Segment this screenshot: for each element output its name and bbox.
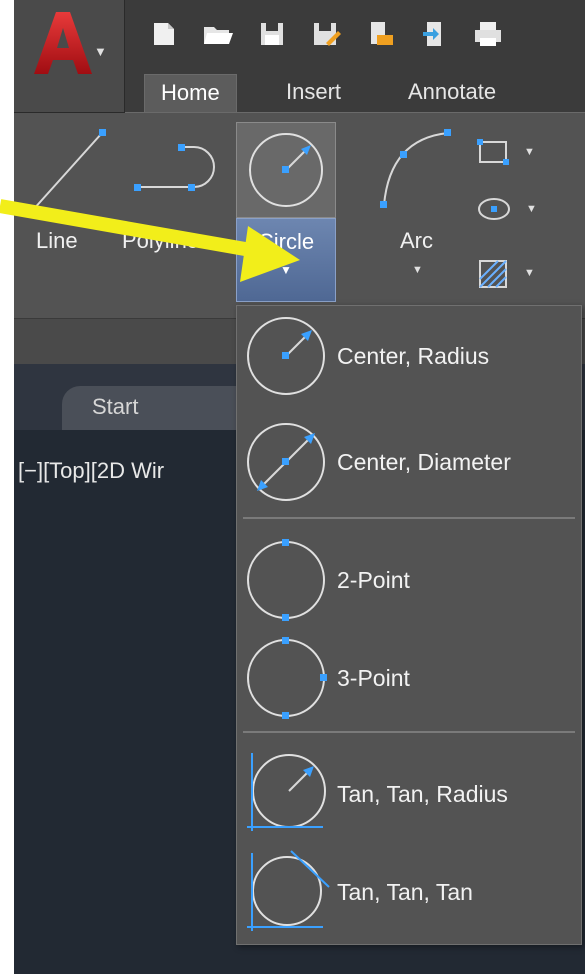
start-tab-label: Start	[92, 394, 139, 419]
quick-access-toolbar	[144, 14, 508, 54]
circle-dropdown-menu: Center, Radius Center, Diameter 2-Point	[236, 305, 582, 945]
chevron-down-icon[interactable]: ▼	[412, 264, 423, 276]
ellipse-icon	[478, 198, 510, 220]
rectangle-tool[interactable]: ▼	[476, 137, 535, 167]
circle-button[interactable]	[236, 122, 336, 218]
menu-item-label: Tan, Tan, Radius	[337, 780, 508, 807]
hatch-tool[interactable]: ▼	[476, 257, 535, 289]
chevron-down-icon[interactable]: ▼	[524, 146, 535, 158]
tab-start[interactable]: Start	[62, 386, 252, 430]
circle-center-diameter-icon	[247, 423, 325, 501]
save-icon[interactable]	[252, 14, 292, 54]
chevron-down-icon: ▼	[94, 44, 107, 59]
tab-insert[interactable]: Insert	[286, 74, 341, 112]
menu-item-tan-tan-tan[interactable]: Tan, Tan, Tan	[237, 844, 581, 940]
circle-3point-icon	[247, 637, 327, 719]
polyline-tool-icon[interactable]	[132, 139, 222, 195]
autocad-logo-icon	[34, 12, 92, 74]
menu-separator	[243, 731, 575, 733]
rectangle-icon	[477, 139, 509, 165]
menu-item-center-radius[interactable]: Center, Radius	[237, 308, 581, 404]
menu-item-tan-tan-radius[interactable]: Tan, Tan, Radius	[237, 746, 581, 842]
tab-annotate[interactable]: Annotate	[408, 74, 496, 112]
chevron-down-icon[interactable]: ▼	[524, 267, 535, 279]
arc-tool-label[interactable]: Arc	[400, 228, 433, 254]
ribbon-tab-bar: Home Insert Annotate	[124, 66, 585, 113]
open-from-web-icon[interactable]	[360, 14, 400, 54]
polyline-tool-label[interactable]: Polyline	[122, 228, 199, 254]
share-icon[interactable]	[414, 14, 454, 54]
chevron-down-icon: ▼	[280, 263, 292, 277]
menu-item-label: Center, Radius	[337, 342, 490, 369]
autocad-window: ▼ Home Insert Annotate ▼ ▼ ▼ Line Polyli…	[14, 0, 585, 974]
line-tool-icon[interactable]	[26, 127, 108, 217]
circle-button-label: Circle	[257, 229, 315, 254]
new-file-icon[interactable]	[144, 14, 184, 54]
menu-item-center-diameter[interactable]: Center, Diameter	[237, 414, 581, 510]
menu-item-label: Center, Diameter	[337, 448, 511, 475]
circle-2point-icon	[247, 539, 325, 621]
plot-print-icon[interactable]	[468, 14, 508, 54]
menu-item-label: 2-Point	[337, 566, 410, 593]
menu-item-label: Tan, Tan, Tan	[337, 878, 473, 905]
application-menu-button[interactable]: ▼	[14, 0, 125, 113]
circle-tan-tan-radius-icon	[247, 753, 326, 831]
save-as-icon[interactable]	[306, 14, 346, 54]
ellipse-tool[interactable]: ▼	[476, 195, 537, 223]
hatch-icon	[479, 260, 507, 288]
viewport-controls[interactable]: [−][Top][2D Wir	[18, 458, 164, 484]
circle-center-radius-icon	[247, 317, 325, 395]
menu-item-2-point[interactable]: 2-Point	[237, 532, 581, 628]
line-tool-label[interactable]: Line	[36, 228, 78, 254]
menu-item-label: 3-Point	[337, 664, 410, 691]
menu-separator	[243, 517, 575, 519]
open-folder-icon[interactable]	[198, 14, 238, 54]
arc-tool-icon[interactable]	[376, 125, 456, 211]
circle-dropdown-button[interactable]: Circle ▼	[236, 218, 336, 302]
circle-center-radius-icon	[249, 133, 323, 207]
tab-home[interactable]: Home	[144, 74, 237, 113]
chevron-down-icon[interactable]: ▼	[526, 203, 537, 215]
menu-item-3-point[interactable]: 3-Point	[237, 630, 581, 726]
circle-tan-tan-tan-icon	[247, 850, 330, 931]
